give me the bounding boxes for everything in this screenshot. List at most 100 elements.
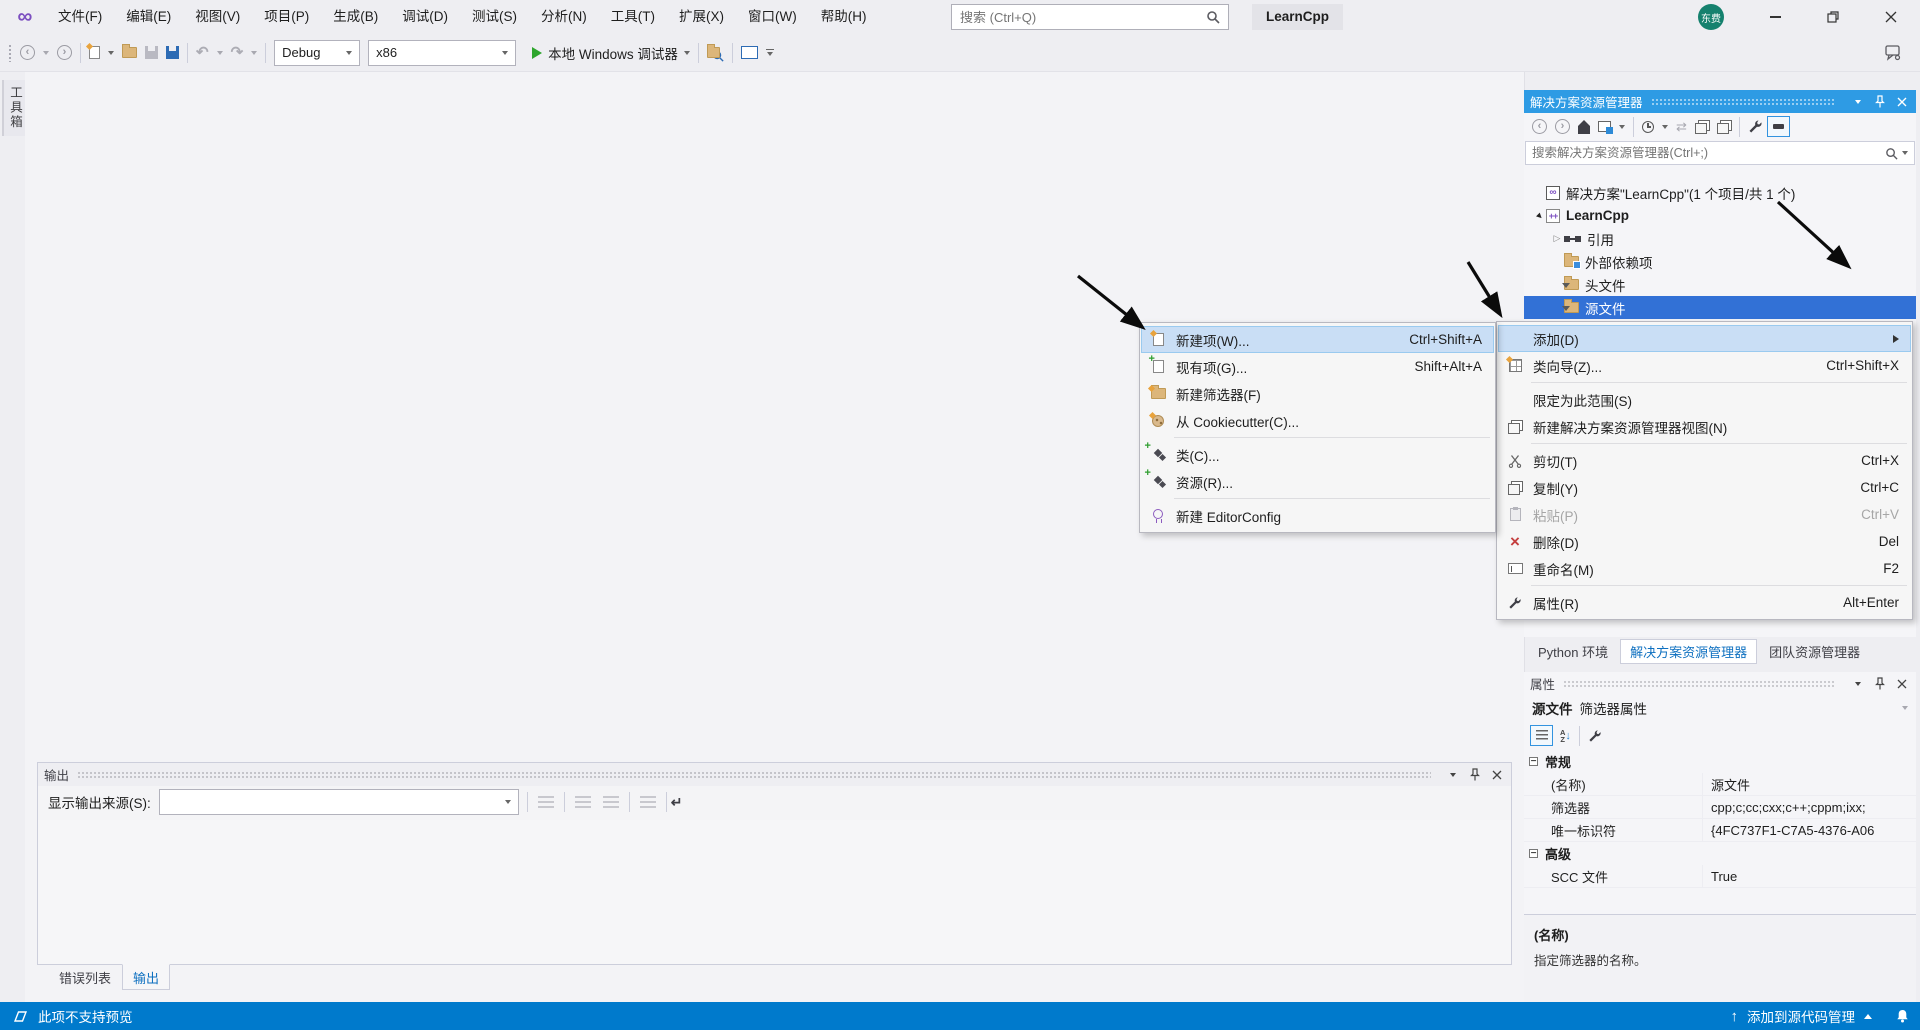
pending-changes-filter-dropdown[interactable] [1659, 114, 1671, 140]
expander-collapsed-icon[interactable]: ▷ [1550, 233, 1564, 244]
solution-explorer-search-input[interactable] [1532, 146, 1885, 160]
menu-item-rename[interactable]: 重命名(M) F2 [1498, 555, 1911, 582]
bell-icon[interactable] [1895, 1008, 1910, 1024]
redo-button[interactable]: ↷ [228, 40, 247, 66]
close-icon[interactable] [1893, 675, 1910, 692]
category-general[interactable]: − 常规 [1524, 750, 1916, 773]
restore-button[interactable] [1810, 0, 1856, 34]
toolbar-overflow-button[interactable] [763, 40, 777, 66]
menu-file[interactable]: 文件(F) [46, 0, 114, 34]
expander-expanded-icon[interactable]: ▼ [1532, 209, 1546, 222]
menu-build[interactable]: 生成(B) [321, 0, 390, 34]
menu-item-new-solution-explorer-view[interactable]: 新建解决方案资源管理器视图(N) [1498, 413, 1911, 440]
navigate-back-button[interactable]: ‹ [17, 40, 38, 66]
menu-item-cut[interactable]: 剪切(T) Ctrl+X [1498, 447, 1911, 474]
menu-tools[interactable]: 工具(T) [599, 0, 667, 34]
live-share-button[interactable] [738, 40, 761, 66]
tab-error-list[interactable]: 错误列表 [48, 964, 122, 990]
tree-item-header-files[interactable]: 头文件 [1524, 273, 1916, 296]
new-project-button[interactable] [85, 40, 103, 66]
toolbox-tab[interactable]: 工具箱 [2, 80, 27, 136]
menu-analyze[interactable]: 分析(N) [529, 0, 599, 34]
menu-extensions[interactable]: 扩展(X) [667, 0, 736, 34]
new-project-dropdown[interactable] [105, 40, 117, 66]
next-message-icon[interactable] [602, 796, 619, 808]
menu-item-copy[interactable]: 复制(Y) Ctrl+C [1498, 474, 1911, 501]
alphabetical-sort-button[interactable]: A Z ↓ [1557, 723, 1574, 749]
properties-object-combobox[interactable]: 源文件 筛选器属性 [1524, 695, 1916, 721]
menu-debug[interactable]: 调试(D) [390, 0, 460, 34]
window-position-icon[interactable] [1849, 675, 1866, 692]
close-icon[interactable] [1488, 766, 1505, 783]
toolbar-grip[interactable] [8, 43, 12, 62]
undo-button[interactable]: ↶ [193, 40, 212, 66]
quick-search-box[interactable] [951, 4, 1229, 30]
add-to-source-control-button[interactable]: 添加到源代码管理 [1747, 1006, 1855, 1026]
menu-window[interactable]: 窗口(W) [736, 0, 809, 34]
menu-item-add[interactable]: 添加(D) [1498, 325, 1911, 352]
undo-dropdown[interactable] [214, 40, 226, 66]
word-wrap-icon[interactable]: ↵ [671, 794, 683, 811]
back-button[interactable]: ‹ [1529, 114, 1550, 140]
menu-item-class-wizard[interactable]: 类向导(Z)... Ctrl+Shift+X [1498, 352, 1911, 379]
pending-changes-filter-button[interactable] [1639, 114, 1657, 140]
menu-item-class[interactable]: + 类(C)... [1141, 440, 1494, 468]
categorized-view-button[interactable] [1530, 725, 1553, 746]
menu-item-scope-to-this[interactable]: 限定为此范围(S) [1498, 386, 1911, 413]
panel-drag-texture[interactable] [1563, 680, 1836, 687]
window-position-icon[interactable] [1444, 766, 1461, 783]
menu-view[interactable]: 视图(V) [183, 0, 252, 34]
send-feedback-icon[interactable] [1882, 40, 1905, 66]
tab-output[interactable]: 输出 [122, 964, 171, 990]
output-panel-header[interactable]: 输出 [38, 763, 1511, 786]
output-content[interactable] [38, 820, 1511, 964]
panel-drag-texture[interactable] [1650, 98, 1836, 105]
output-source-combobox[interactable] [158, 789, 519, 815]
expand-caret-icon[interactable] [1864, 1013, 1872, 1019]
category-advanced[interactable]: − 高级 [1524, 842, 1916, 865]
forward-button[interactable]: › [1552, 114, 1573, 140]
property-row[interactable]: 筛选器 cpp;c;cc;cxx;c++;cppm;ixx; [1524, 796, 1916, 819]
previous-message-icon[interactable] [574, 796, 591, 808]
tree-item-external-dependencies[interactable]: 外部依赖项 [1524, 250, 1916, 273]
menu-item-new-filter[interactable]: 新建筛选器(F) [1141, 380, 1494, 407]
find-message-icon[interactable] [537, 796, 554, 808]
pin-icon[interactable] [1466, 766, 1483, 783]
close-button[interactable] [1868, 0, 1914, 34]
menu-item-new-editorconfig[interactable]: 新建 EditorConfig [1141, 502, 1494, 529]
property-pages-button[interactable] [1585, 723, 1605, 749]
menu-edit[interactable]: 编辑(E) [114, 0, 183, 34]
tree-item-solution[interactable]: ∞ 解决方案"LearnCpp"(1 个项目/共 1 个) [1524, 181, 1916, 204]
show-all-files-button[interactable] [1714, 114, 1734, 140]
menu-test[interactable]: 测试(S) [460, 0, 529, 34]
collapse-icon[interactable]: − [1529, 849, 1538, 859]
collapse-icon[interactable]: − [1529, 757, 1538, 767]
start-debugging-button[interactable]: 本地 Windows 调试器 [521, 40, 693, 66]
solution-platform-combobox[interactable]: x86 [368, 39, 517, 66]
menu-item-from-cookiecutter[interactable]: 从 Cookiecutter(C)... [1141, 407, 1494, 434]
menu-item-resource[interactable]: + 资源(R)... [1141, 467, 1494, 495]
navigate-back-dropdown[interactable] [40, 40, 52, 66]
switch-views-dropdown[interactable] [1616, 114, 1628, 140]
property-row[interactable]: (名称) 源文件 [1524, 773, 1916, 796]
tab-team-explorer[interactable]: 团队资源管理器 [1759, 639, 1870, 664]
tab-solution-explorer[interactable]: 解决方案资源管理器 [1620, 639, 1758, 664]
solution-explorer-search-box[interactable] [1525, 141, 1915, 165]
property-row[interactable]: 唯一标识符 {4FC737F1-C7A5-4376-A06 [1524, 819, 1916, 842]
close-icon[interactable] [1893, 93, 1910, 110]
solution-configuration-combobox[interactable]: Debug [274, 39, 361, 66]
sync-with-active-document-button[interactable]: ⇄ [1673, 114, 1690, 140]
property-row[interactable]: SCC 文件 True [1524, 865, 1916, 888]
properties-wrench-button[interactable] [1745, 114, 1766, 140]
menu-help[interactable]: 帮助(H) [809, 0, 879, 34]
tree-item-references[interactable]: ▷ 引用 [1524, 227, 1916, 250]
navigate-forward-button[interactable]: › [54, 40, 75, 66]
save-all-button[interactable] [163, 40, 182, 66]
panel-drag-texture[interactable] [77, 771, 1431, 778]
menu-item-existing-item[interactable]: + 现有项(G)... Shift+Alt+A [1141, 353, 1494, 380]
window-position-icon[interactable] [1849, 93, 1866, 110]
menu-project[interactable]: 项目(P) [252, 0, 321, 34]
home-button[interactable] [1575, 114, 1593, 140]
pin-icon[interactable] [1871, 675, 1888, 692]
open-file-button[interactable] [119, 40, 140, 66]
